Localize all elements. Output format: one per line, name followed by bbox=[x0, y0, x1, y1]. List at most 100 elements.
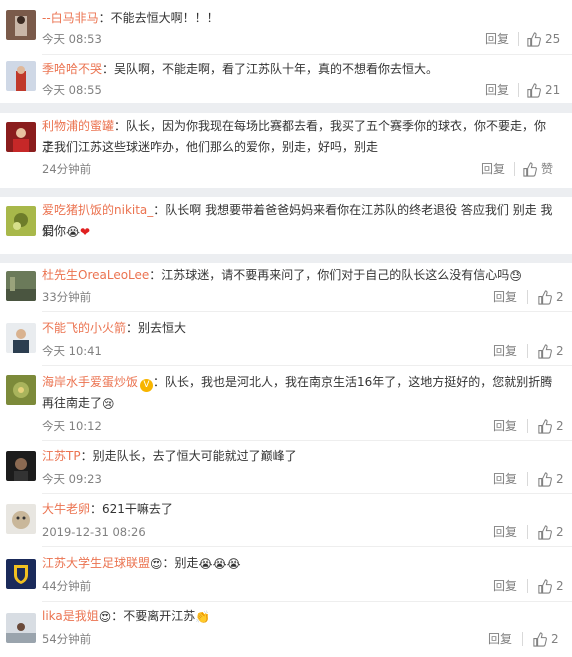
comment-panel: --白马非马：不能去恒大啊！！！ 今天 08:53 回复 25 季哈哈不哭：吴队… bbox=[0, 0, 572, 103]
comment-username[interactable]: 江苏大学生足球联盟 bbox=[42, 556, 150, 570]
reply-button[interactable]: 回复 bbox=[493, 578, 517, 594]
comment-text-line: 再往南走了😢 bbox=[42, 393, 558, 415]
comment-panel: 利物浦的蜜罐：队长，因为你我现在每场比赛都去看，我买了五个赛季你的球衣，你不要走… bbox=[0, 113, 572, 188]
avatar[interactable] bbox=[6, 504, 36, 534]
avatar[interactable] bbox=[6, 451, 36, 481]
like-button[interactable]: 2 bbox=[537, 289, 564, 305]
comment-time: 2019-12-31 08:26 bbox=[42, 525, 146, 539]
divider bbox=[527, 344, 528, 358]
reply-button[interactable]: 回复 bbox=[488, 631, 512, 647]
comment-text-line: 杜先生OreaLeoLee：江苏球迷，请不要再来问了，你们对于自己的队长这么没有… bbox=[42, 265, 558, 287]
comment-text: 爱你 bbox=[42, 224, 67, 238]
like-button[interactable]: 2 bbox=[537, 418, 564, 434]
crying-emoji-icon: 😭 bbox=[226, 557, 241, 571]
reply-button[interactable]: 回复 bbox=[485, 31, 509, 47]
avatar[interactable] bbox=[6, 271, 36, 301]
crying-emoji-icon: 😭 bbox=[212, 557, 227, 571]
like-count: 25 bbox=[545, 32, 561, 46]
comment-text: ：吴队啊，不能走啊，看了江苏队十年，真的不想看你去恒大。 bbox=[102, 62, 439, 76]
divider bbox=[518, 83, 519, 97]
comment-text: 了我们江苏这些球迷咋办，他们那么的爱你，别走，好吗，别走 bbox=[42, 140, 379, 154]
avatar[interactable] bbox=[6, 613, 36, 643]
comment-username[interactable]: 海岸水手爱蛋炒饭 bbox=[42, 375, 138, 389]
divider bbox=[514, 162, 515, 176]
comment-time: 今天 10:41 bbox=[42, 344, 102, 358]
crying-emoji-icon: 😭 bbox=[66, 225, 81, 239]
divider bbox=[42, 440, 572, 441]
like-count: 2 bbox=[556, 290, 564, 304]
reply-button[interactable]: 回复 bbox=[481, 161, 505, 177]
divider bbox=[527, 525, 528, 539]
like-button[interactable]: 赞 bbox=[522, 161, 553, 177]
divider bbox=[527, 472, 528, 486]
divider bbox=[42, 311, 572, 312]
like-button[interactable]: 2 bbox=[532, 631, 559, 647]
like-button[interactable]: 2 bbox=[537, 343, 564, 359]
avatar[interactable] bbox=[6, 323, 36, 353]
thumbs-up-icon bbox=[533, 631, 547, 647]
comment-time: 今天 10:12 bbox=[42, 419, 102, 433]
comment-username[interactable]: 不能飞的小火箭 bbox=[42, 321, 126, 335]
like-button[interactable]: 2 bbox=[537, 578, 564, 594]
comment-username[interactable]: 杜先生OreaLeoLee bbox=[42, 268, 149, 282]
divider bbox=[42, 365, 572, 366]
divider bbox=[518, 32, 519, 46]
like-button[interactable]: 25 bbox=[526, 31, 560, 47]
comment-time: 今天 08:55 bbox=[42, 83, 102, 97]
avatar[interactable] bbox=[6, 61, 36, 91]
separator bbox=[0, 103, 572, 113]
thumbs-up-icon bbox=[538, 471, 552, 487]
divider bbox=[42, 493, 572, 494]
comment-text-line: lika是我姐😍：不要离开江苏👏 bbox=[42, 606, 558, 628]
divider bbox=[42, 601, 572, 602]
thumbs-up-icon bbox=[538, 418, 552, 434]
like-button[interactable]: 2 bbox=[537, 524, 564, 540]
reply-button[interactable]: 回复 bbox=[485, 82, 509, 98]
crying-emoji-icon: 😢 bbox=[102, 397, 115, 411]
thumbs-up-icon bbox=[523, 161, 537, 177]
comment-text: ：别走队长，去了恒大可能就过了巅峰了 bbox=[80, 449, 297, 463]
thumbs-up-icon bbox=[538, 289, 552, 305]
comment-username[interactable]: 爱吃猪扒饭的nikita_ bbox=[42, 203, 153, 217]
comment-panel: 爱吃猪扒饭的nikita_：队长啊 我想要带着爸爸妈妈来看你在江苏队的终老退役 … bbox=[0, 197, 572, 254]
comment-username[interactable]: --白马非马 bbox=[42, 11, 99, 25]
comment-text: ：江苏球迷，请不要再来问了，你们对于自己的队长这么没有信心吗 bbox=[149, 268, 510, 282]
reply-button[interactable]: 回复 bbox=[493, 524, 517, 540]
comment-username[interactable]: 江苏TP bbox=[42, 449, 81, 463]
avatar[interactable] bbox=[6, 122, 36, 152]
avatar[interactable] bbox=[6, 206, 36, 236]
like-button[interactable]: 21 bbox=[526, 82, 560, 98]
thumbs-up-icon bbox=[538, 343, 552, 359]
comment-username[interactable]: 大牛老卵 bbox=[42, 502, 90, 516]
clap-emoji-icon: 👏 bbox=[195, 610, 211, 624]
reply-button[interactable]: 回复 bbox=[493, 289, 517, 305]
reply-button[interactable]: 回复 bbox=[493, 471, 517, 487]
avatar[interactable] bbox=[6, 375, 36, 405]
divider bbox=[527, 579, 528, 593]
comment-text: ：别走 bbox=[162, 556, 199, 570]
comment-text-line: 江苏TP：别走队长，去了恒大可能就过了巅峰了 bbox=[42, 446, 558, 467]
comment-time: 54分钟前 bbox=[42, 632, 92, 646]
like-button[interactable]: 2 bbox=[537, 471, 564, 487]
comment-text-line: 爱你😭❤ bbox=[42, 221, 558, 243]
comment-username[interactable]: lika是我姐 bbox=[42, 609, 99, 623]
comment-time: 33分钟前 bbox=[42, 290, 92, 304]
like-count: 2 bbox=[556, 579, 564, 593]
avatar[interactable] bbox=[6, 10, 36, 40]
reply-button[interactable]: 回复 bbox=[493, 343, 517, 359]
comment-text: ：队长，我也是河北人，我在南京生活16年了，这地方挺好的，您就别折腾 bbox=[153, 375, 553, 389]
comment-text: ：别去恒大 bbox=[126, 321, 187, 335]
thumbs-up-icon bbox=[538, 578, 552, 594]
comment-time: 今天 08:53 bbox=[42, 32, 102, 46]
comment-text: 再往南走了 bbox=[42, 396, 103, 410]
comment-username[interactable]: 季哈哈不哭 bbox=[42, 62, 102, 76]
reply-button[interactable]: 回复 bbox=[493, 418, 517, 434]
separator bbox=[0, 188, 572, 197]
crying-emoji-icon: 😭 bbox=[198, 557, 213, 571]
avatar[interactable] bbox=[6, 559, 36, 589]
comment-text-line: --白马非马：不能去恒大啊！！！ bbox=[42, 8, 558, 29]
comment-username[interactable]: 利物浦的蜜罐 bbox=[42, 119, 114, 133]
divider bbox=[522, 632, 523, 646]
comment-time: 今天 09:23 bbox=[42, 472, 102, 486]
comment-text-line: 季哈哈不哭：吴队啊，不能走啊，看了江苏队十年，真的不想看你去恒大。 bbox=[42, 59, 558, 80]
